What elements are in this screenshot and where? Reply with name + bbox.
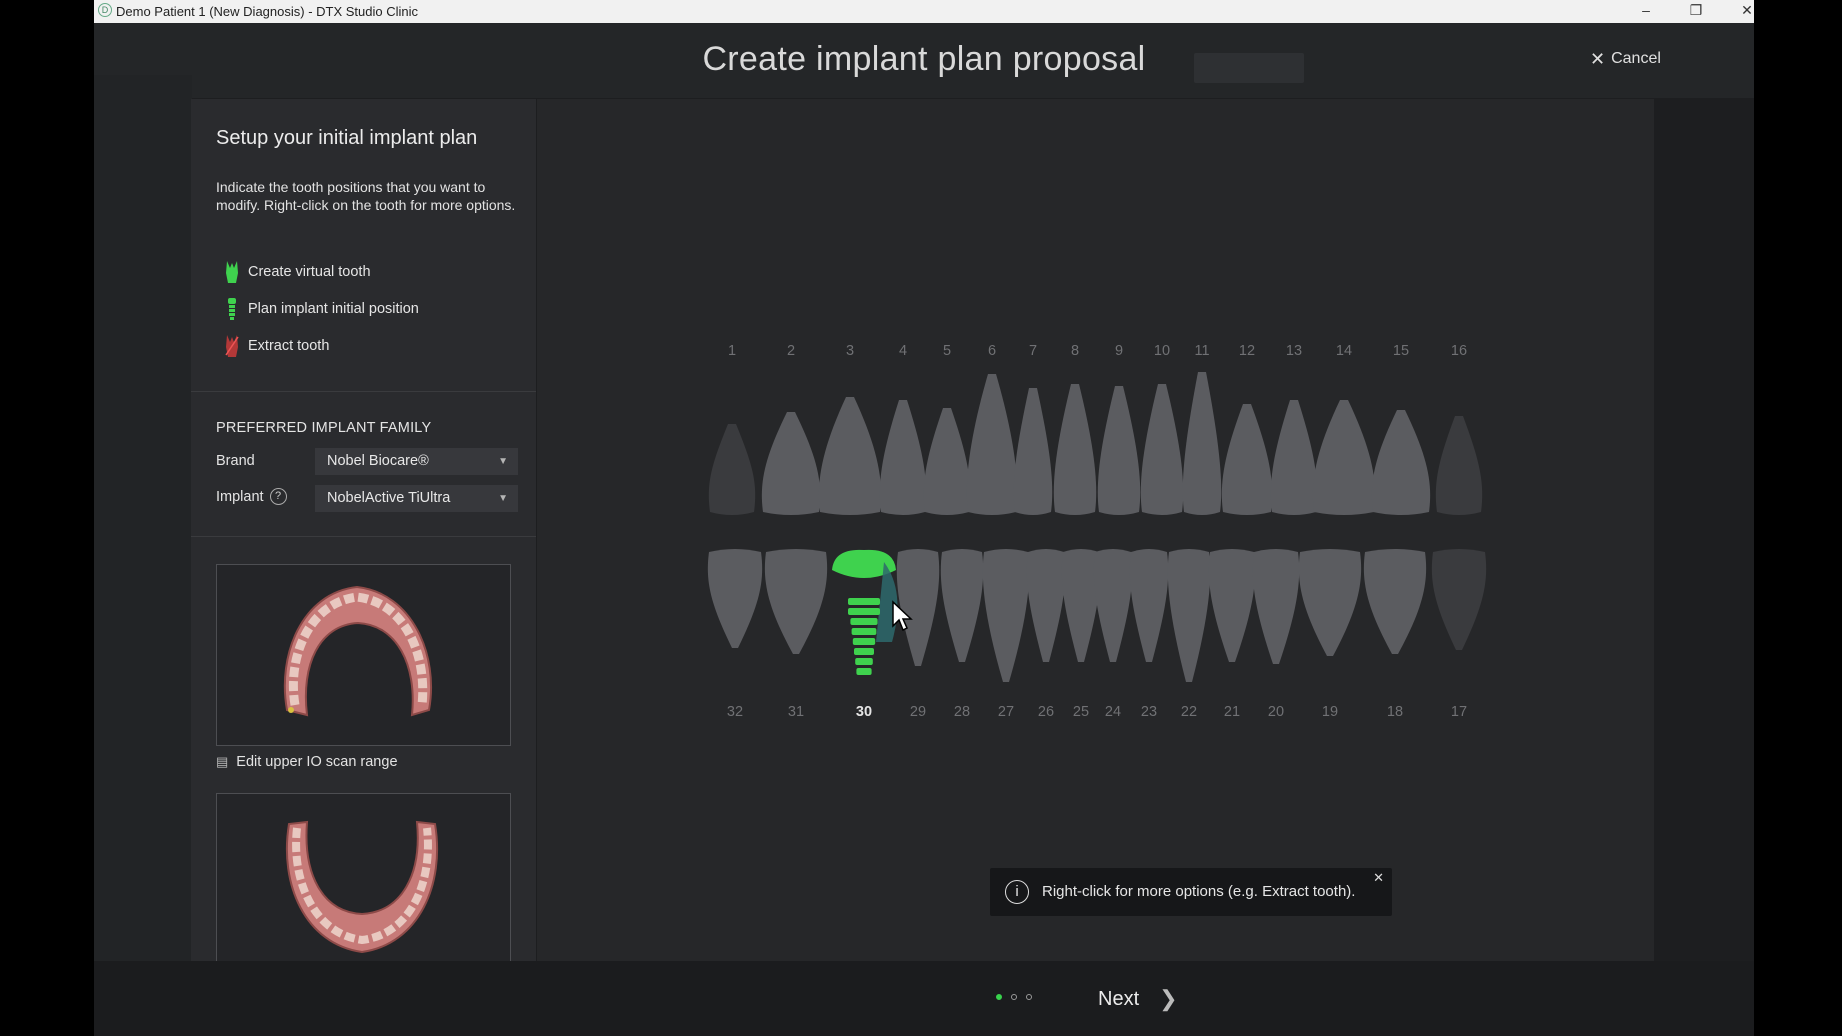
tooth-18[interactable] xyxy=(1363,549,1427,654)
tooltip-text: Right-click for more options (e.g. Extra… xyxy=(1042,883,1356,900)
tooth-number-23: 23 xyxy=(1141,704,1157,720)
tooth-15[interactable] xyxy=(1371,410,1431,515)
step-dot-2 xyxy=(1011,994,1017,1000)
tooth-23[interactable] xyxy=(1129,549,1169,662)
mouse-cursor-icon xyxy=(892,600,913,632)
tooth-number-10: 10 xyxy=(1154,343,1170,359)
info-icon: i xyxy=(1005,880,1029,904)
tooth-number-25: 25 xyxy=(1073,704,1089,720)
tooth-number-12: 12 xyxy=(1239,343,1255,359)
tooth-16[interactable] xyxy=(1435,416,1483,515)
tooth-28[interactable] xyxy=(940,549,984,662)
tooth-11[interactable] xyxy=(1182,372,1222,515)
tooth-8[interactable] xyxy=(1053,384,1097,515)
tooth-30-implant[interactable] xyxy=(832,549,898,675)
tooth-5[interactable] xyxy=(923,408,971,515)
tooth-32[interactable] xyxy=(707,549,763,648)
tooth-3[interactable] xyxy=(818,397,882,515)
tooth-number-15: 15 xyxy=(1393,343,1409,359)
tooth-2[interactable] xyxy=(761,412,821,515)
tooth-number-21: 21 xyxy=(1224,704,1240,720)
tooltip-close-button[interactable]: ✕ xyxy=(1373,870,1384,886)
tooth-27[interactable] xyxy=(982,549,1030,682)
tooth-1[interactable] xyxy=(708,424,756,515)
chevron-right-icon: ❯ xyxy=(1159,986,1178,1011)
tooth-number-27: 27 xyxy=(998,704,1014,720)
step-pager xyxy=(996,994,1032,1000)
tooth-number-18: 18 xyxy=(1387,704,1403,720)
tooth-19[interactable] xyxy=(1298,549,1362,656)
tooth-6[interactable] xyxy=(966,374,1018,515)
step-dot-3 xyxy=(1026,994,1032,1000)
tooth-number-22: 22 xyxy=(1181,704,1197,720)
hint-tooltip: i Right-click for more options (e.g. Ext… xyxy=(990,868,1392,916)
tooth-24[interactable] xyxy=(1093,549,1133,662)
tooth-number-14: 14 xyxy=(1336,343,1352,359)
tooth-number-28: 28 xyxy=(954,704,970,720)
tooth-number-24: 24 xyxy=(1105,704,1121,720)
tooth-number-2: 2 xyxy=(787,343,795,359)
tooth-26[interactable] xyxy=(1026,549,1066,662)
tooth-4[interactable] xyxy=(879,400,927,515)
tooth-number-9: 9 xyxy=(1115,343,1123,359)
tooth-12[interactable] xyxy=(1221,404,1273,515)
tooth-7[interactable] xyxy=(1013,388,1053,515)
tooth-chart: 1 2 3 4 5 6 7 8 9 10 11 12 13 14 15 1632 31 30 29 28 27 26 25 2… xyxy=(707,343,1487,720)
tooth-number-31: 31 xyxy=(788,704,804,720)
tooth-17[interactable] xyxy=(1431,549,1487,650)
tooth-number-16: 16 xyxy=(1451,343,1467,359)
tooth-number-30: 30 xyxy=(856,704,872,720)
tooth-10[interactable] xyxy=(1140,384,1184,515)
tooth-number-20: 20 xyxy=(1268,704,1284,720)
tooth-number-8: 8 xyxy=(1071,343,1079,359)
tooth-number-32: 32 xyxy=(727,704,743,720)
tooth-14[interactable] xyxy=(1312,400,1376,515)
tooth-number-26: 26 xyxy=(1038,704,1054,720)
app-window: D Demo Patient 1 (New Diagnosis) - DTX S… xyxy=(94,0,1754,1036)
tooth-number-6: 6 xyxy=(988,343,996,359)
tooth-number-1: 1 xyxy=(728,343,736,359)
next-button[interactable]: Next ❯ xyxy=(1098,986,1178,1012)
tooth-number-4: 4 xyxy=(899,343,907,359)
next-label: Next xyxy=(1098,987,1140,1010)
tooth-31[interactable] xyxy=(764,549,828,654)
tooth-number-7: 7 xyxy=(1029,343,1037,359)
tooth-9[interactable] xyxy=(1097,386,1141,515)
tooth-number-11: 11 xyxy=(1194,343,1209,359)
tooth-20[interactable] xyxy=(1252,549,1300,664)
step-dot-1 xyxy=(996,994,1002,1000)
tooth-number-17: 17 xyxy=(1451,704,1467,720)
tooth-number-13: 13 xyxy=(1286,343,1302,359)
tooth-22[interactable] xyxy=(1167,549,1211,682)
tooth-number-5: 5 xyxy=(943,343,951,359)
tooth-number-19: 19 xyxy=(1322,704,1338,720)
tooth-13[interactable] xyxy=(1270,400,1318,515)
tooth-number-29: 29 xyxy=(910,704,926,720)
tooth-21[interactable] xyxy=(1208,549,1256,662)
tooth-number-3: 3 xyxy=(846,343,854,359)
